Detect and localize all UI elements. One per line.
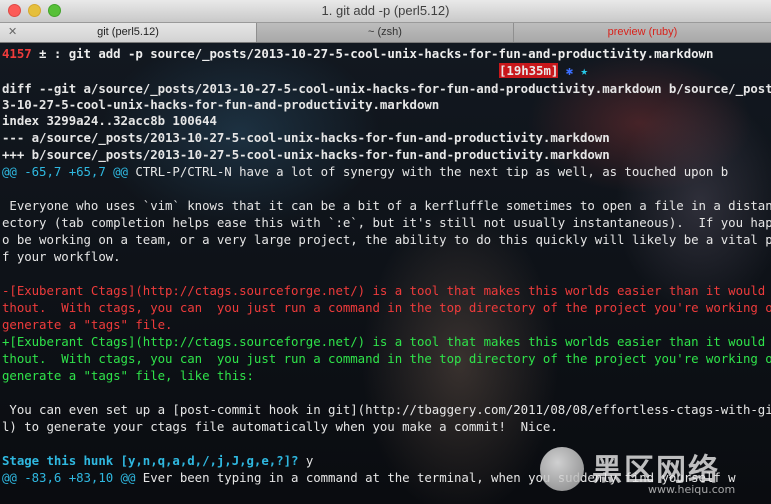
added-line: thout. With ctags, you can you just run … <box>2 351 771 366</box>
tab-close-icon[interactable]: ✕ <box>8 23 17 41</box>
prompt-symbol: ± : <box>31 46 69 61</box>
terminal-window: 1. git add -p (perl5.12) ✕ git (perl5.12… <box>0 0 771 504</box>
removed-line: thout. With ctags, you can you just run … <box>2 300 771 315</box>
context-line: You can even set up a [post-commit hook … <box>2 402 771 417</box>
added-line: +[Exuberant Ctags](http://ctags.sourcefo… <box>2 334 771 349</box>
context-line: ectory (tab completion helps ease this w… <box>2 215 771 230</box>
hunk-header-line: @@ -65,7 +65,7 @@ CTRL-P/CTRL-N have a l… <box>2 163 728 180</box>
prompt-line: 4157 ± : git add -p source/_posts/2013-1… <box>2 45 713 62</box>
watermark: 黑区网络 www.heiqu.com <box>540 443 771 502</box>
history-number: 4157 <box>2 46 32 61</box>
stage-answer: y <box>298 453 314 468</box>
tab-git[interactable]: ✕ git (perl5.12) <box>0 23 257 42</box>
hunk-marker: @@ -65,7 +65,7 @@ <box>2 164 128 179</box>
context-line: l) to generate your ctags file automatic… <box>2 419 558 434</box>
plus-file-line: +++ b/source/_posts/2013-10-27-5-cool-un… <box>2 147 610 162</box>
added-line: generate a "tags" file, like this: <box>2 368 254 383</box>
terminal-content[interactable]: 4157 ± : git add -p source/_posts/2013-1… <box>0 43 771 504</box>
tab-zsh[interactable]: ~ (zsh) <box>257 23 514 42</box>
watermark-logo-icon <box>540 447 584 491</box>
favorite-star-icon: ★ <box>580 63 588 78</box>
context-line: f your workflow. <box>2 249 121 264</box>
elapsed-timer: [19h35m] <box>499 63 559 78</box>
hunk-marker: @@ -83,6 +83,10 @@ <box>2 470 136 485</box>
removed-line: generate a "tags" file. <box>2 317 173 332</box>
hunk-context: CTRL-P/CTRL-N have a lot of synergy with… <box>127 164 729 179</box>
status-star-icon: ✱ <box>565 63 574 78</box>
tab-preview[interactable]: preview (ruby) <box>514 23 771 42</box>
watermark-url: www.heiqu.com <box>648 483 736 496</box>
index-line: index 3299a24..32acc8b 100644 <box>2 113 217 128</box>
stage-prompt: Stage this hunk [y,n,q,a,d,/,j,J,g,e,?]? <box>2 453 299 468</box>
context-line: Everyone who uses `vim` knows that it ca… <box>2 198 771 213</box>
tab-bar: ✕ git (perl5.12) ~ (zsh) preview (ruby) <box>0 23 771 43</box>
window-title: 1. git add -p (perl5.12) <box>321 3 450 18</box>
title-bar[interactable]: 1. git add -p (perl5.12) <box>0 0 771 23</box>
tab-zsh-label: ~ (zsh) <box>368 26 402 38</box>
diff-header-line: 3-10-27-5-cool-unix-hacks-for-fun-and-pr… <box>2 97 440 112</box>
tab-git-label: git (perl5.12) <box>97 26 159 38</box>
minus-file-line: --- a/source/_posts/2013-10-27-5-cool-un… <box>2 130 610 145</box>
context-line: o be working on a team, or a very large … <box>2 232 771 247</box>
diff-header-line: diff --git a/source/_posts/2013-10-27-5-… <box>2 81 771 96</box>
command-text: git add -p source/_posts/2013-10-27-5-co… <box>68 46 714 61</box>
stage-prompt-line[interactable]: Stage this hunk [y,n,q,a,d,/,j,J,g,e,?]?… <box>2 452 313 469</box>
removed-line: -[Exuberant Ctags](http://ctags.sourcefo… <box>2 283 771 298</box>
right-prompt: [19h35m] ✱ ★ <box>499 62 588 79</box>
tab-preview-label: preview (ruby) <box>607 26 678 38</box>
